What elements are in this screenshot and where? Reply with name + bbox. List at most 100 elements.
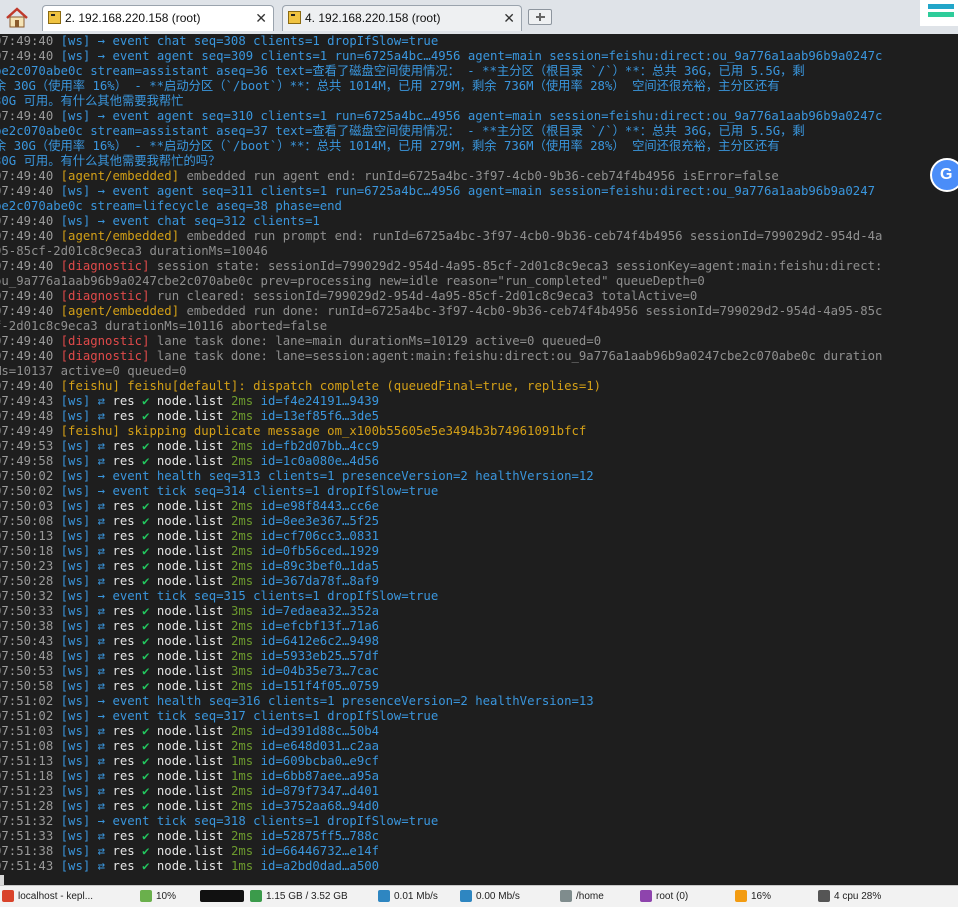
taskbar-label: /home [576,891,604,902]
log-segment: 07:49:40 [0,184,61,198]
log-segment: ou_9a776a1aab96b9a0247cbe2c070abe0c prev… [0,274,705,288]
log-segment: 07:49:58 [0,454,61,468]
log-line: 07:51:18 [ws] ⇄ res ✔ node.list 1ms id=6… [0,769,379,784]
log-segment: node.list [156,394,231,408]
log-line: 07:51:38 [ws] ⇄ res ✔ node.list 2ms id=6… [0,844,379,859]
log-segment: ✔ [142,544,157,558]
taskbar-item[interactable]: /home [560,888,604,906]
log-line: 07:51:43 [ws] ⇄ res ✔ node.list 1ms id=a… [0,859,379,874]
log-segment: [diagnostic] [60,259,157,273]
log-line: 07:50:23 [ws] ⇄ res ✔ node.list 2ms id=8… [0,559,379,574]
log-segment: node.list [156,829,231,843]
log-segment: [ws] ⇄ [60,394,113,408]
log-line: 07:49:40 [ws] → event agent seq=310 clie… [0,109,882,124]
log-line: be2c070abe0c stream=assistant aseq=36 te… [0,64,805,79]
log-segment: [ws] ⇄ [60,739,113,753]
taskbar-item[interactable]: 16% [735,888,771,906]
log-segment: ✔ [142,394,157,408]
log-segment: embedded run done: runId=6725a4bc-3f97-4… [186,304,883,318]
log-segment: 07:50:08 [0,514,61,528]
log-line: 07:51:02 [ws] → event tick seq=317 clien… [0,709,438,724]
log-segment: 2ms [230,514,261,528]
log-segment: [ws] ⇄ [60,859,113,873]
log-segment: 07:49:40 [0,304,61,318]
log-segment: res [112,829,143,843]
log-segment: [ws] → event health [60,694,209,708]
log-segment: [ws] ⇄ [60,664,113,678]
taskbar-label: 0.00 Mb/s [476,891,520,902]
log-segment: lane task done: lane=session:agent:main:… [156,349,883,363]
log-segment: ✔ [142,859,157,873]
tab-session-4[interactable]: 4. 192.168.220.158 (root) ✕ [282,5,522,31]
log-segment: id=13ef85f6…3de5 [260,409,380,423]
log-segment: seq=312 clients=1 [193,214,320,228]
log-segment: seq=311 clients=1 run=6725a4bc…4956 agen… [201,184,876,198]
close-icon[interactable]: ✕ [255,6,267,30]
log-segment: id=609bcba0…e9cf [260,754,380,768]
log-segment: seq=316 clients=1 presenceVersion=2 heal… [208,694,594,708]
log-segment: run cleared: sessionId=799029d2-954d-4a9… [156,289,698,303]
log-segment: id=66446732…e14f [260,844,380,858]
log-segment: res [112,544,143,558]
taskbar-item[interactable]: root (0) [640,888,688,906]
log-segment: 07:50:58 [0,679,61,693]
log-line: 07:50:53 [ws] ⇄ res ✔ node.list 3ms id=0… [0,664,379,679]
taskbar-item[interactable]: 0.01 Mb/s [378,888,438,906]
log-segment: node.list [156,544,231,558]
log-segment: id=e98f8443…cc6e [260,499,380,513]
log-line: 07:49:58 [ws] ⇄ res ✔ node.list 2ms id=1… [0,454,379,469]
taskbar-item[interactable]: 4 cpu 28% [818,888,881,906]
taskbar-item[interactable]: 0.00 Mb/s [460,888,520,906]
log-segment: ✔ [142,604,157,618]
log-segment: 07:49:40 [0,49,61,63]
new-tab-button[interactable] [528,9,552,25]
log-segment: id=a2bd0dad…a500 [260,859,380,873]
upload-icon [378,890,390,903]
log-line: 07:49:40 [diagnostic] session state: ses… [0,259,882,274]
log-segment: [ws] ⇄ [60,634,113,648]
close-icon[interactable]: ✕ [503,6,515,30]
log-segment: id=5933eb25…57df [260,649,380,663]
log-segment: seq=310 clients=1 run=6725a4bc…4956 agen… [201,109,883,123]
taskbar-label: 1.15 GB / 3.52 GB [266,891,348,902]
tab-session-2[interactable]: 2. 192.168.220.158 (root) ✕ [42,5,274,31]
log-segment: 1ms [230,859,261,873]
log-line: f-2d01c8c9eca3 durationMs=10116 aborted=… [0,319,327,334]
log-segment: [ws] ⇄ [60,514,113,528]
taskbar-item[interactable] [200,888,248,906]
log-segment: 07:50:43 [0,634,61,648]
log-segment: be2c070abe0c stream=assistant aseq=37 te… [0,124,805,138]
assistant-badge-icon[interactable]: G [930,158,958,192]
log-segment: [diagnostic] [60,349,157,363]
log-line: 07:49:40 [feishu] feishu[default]: dispa… [0,379,601,394]
taskbar-label: 4 cpu 28% [834,891,882,902]
log-line: 07:50:28 [ws] ⇄ res ✔ node.list 2ms id=3… [0,574,379,589]
terminal-output[interactable]: 07:49:40 [ws] → event chat seq=308 clien… [0,34,958,885]
log-segment: id=0fb56ced…1929 [260,544,380,558]
log-segment: id=367da78f…8af9 [260,574,380,588]
log-segment: node.list [156,499,231,513]
log-segment: node.list [156,799,231,813]
log-line: ou_9a776a1aab96b9a0247cbe2c070abe0c prev… [0,274,705,289]
home-icon[interactable] [4,6,30,30]
log-segment: be2c070abe0c stream=assistant aseq=36 te… [0,64,805,78]
log-segment: 2ms [230,649,261,663]
log-segment: 07:49:48 [0,409,61,423]
log-segment: [ws] ⇄ [60,439,113,453]
log-line: 07:51:02 [ws] → event health seq=316 cli… [0,694,594,709]
log-segment: 07:51:38 [0,844,61,858]
log-segment: ✔ [142,739,157,753]
log-segment: 07:51:13 [0,754,61,768]
log-segment: 余 30G（使用率 16%） - **启动分区（`/boot`）**：总共 10… [0,139,780,153]
taskbar-item[interactable]: 10% [140,888,176,906]
taskbar-item[interactable]: 1.15 GB / 3.52 GB [250,888,348,906]
log-segment: 07:50:28 [0,574,61,588]
log-segment: node.list [156,769,231,783]
log-segment: 30G 可用。有什么其他需要我帮忙的吗？ [0,154,221,168]
log-segment: 07:50:33 [0,604,61,618]
log-segment: res [112,454,143,468]
log-segment: 2ms [230,619,261,633]
log-segment: 07:49:40 [0,109,61,123]
log-line: 07:50:02 [ws] → event health seq=313 cli… [0,469,594,484]
taskbar-item[interactable]: localhost - kepl... [2,888,93,906]
